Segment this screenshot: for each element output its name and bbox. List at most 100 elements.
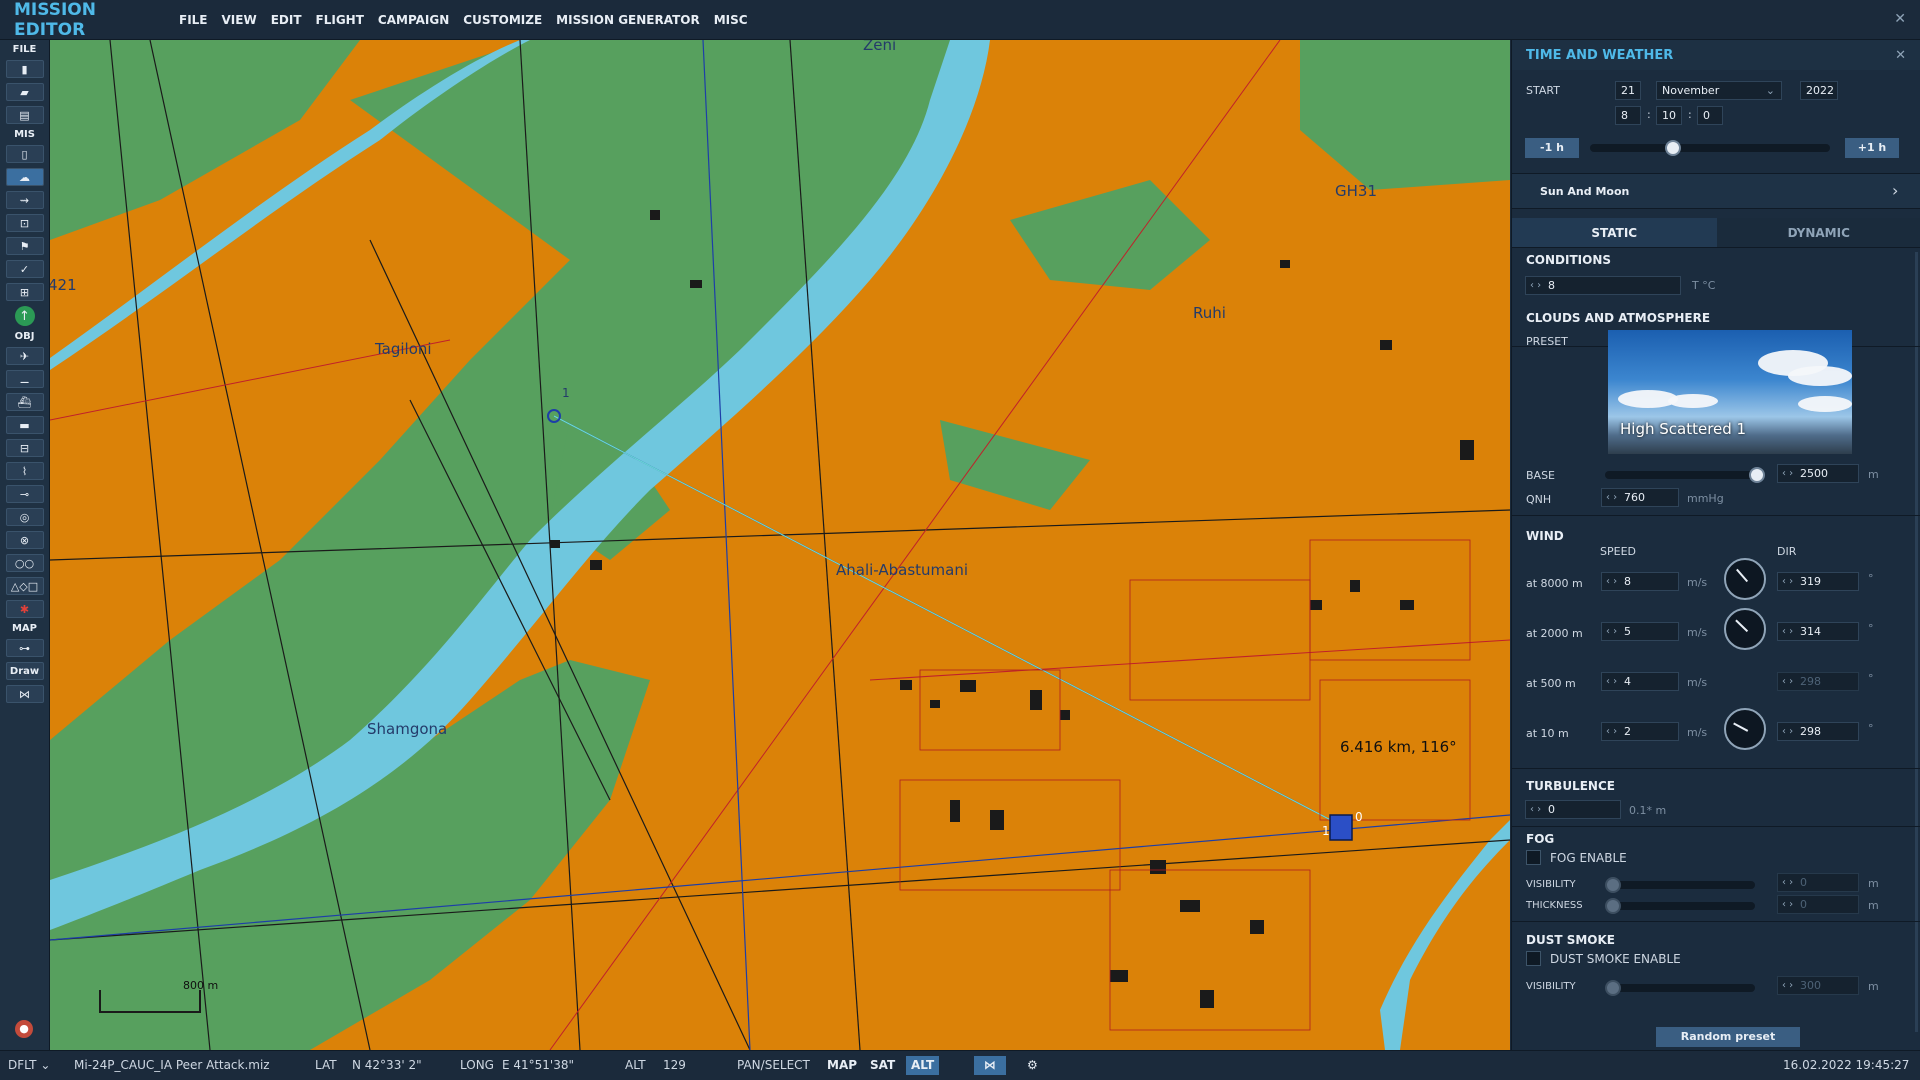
dust-smoke-checkbox[interactable]: [1526, 951, 1541, 966]
close-app-icon[interactable]: ✕: [1894, 11, 1906, 27]
destroy-icon[interactable]: ✱: [5, 600, 44, 618]
resources-icon[interactable]: ⊞: [5, 283, 44, 301]
menu-file[interactable]: FILE: [172, 13, 215, 27]
divider: [1512, 921, 1920, 922]
map-label-421: 421: [50, 276, 77, 294]
triggers-icon[interactable]: ⊡: [5, 214, 44, 232]
shapes-icon[interactable]: △◇□: [5, 577, 44, 595]
error-indicator-icon[interactable]: ●: [15, 1020, 33, 1038]
time-separator: :: [1647, 108, 1651, 121]
time-separator: :: [1688, 108, 1692, 121]
target-icon[interactable]: ◎: [5, 508, 44, 526]
minus-hour-button[interactable]: -1 h: [1525, 138, 1579, 158]
chain-icon[interactable]: ○○: [5, 554, 44, 572]
goals-icon[interactable]: ⇝: [5, 191, 44, 209]
map-view[interactable]: Zeni GH31 Ruhi Tagiloni Ahali-Abastumani…: [50, 40, 1510, 1050]
save-icon[interactable]: ▤: [5, 106, 44, 124]
map-mode-button[interactable]: MAP: [822, 1056, 862, 1075]
weather-icon[interactable]: ☁: [5, 168, 44, 186]
filter-icon[interactable]: ⋈: [974, 1056, 1006, 1075]
temperature-field[interactable]: 8: [1525, 276, 1681, 295]
speed-header: SPEED: [1600, 545, 1636, 558]
menu-campaign[interactable]: CAMPAIGN: [371, 13, 456, 27]
waypoint-icon[interactable]: ⊸: [5, 485, 44, 503]
main-menu: FILE VIEW EDIT FLIGHT CAMPAIGN CUSTOMIZE…: [172, 13, 755, 27]
base-slider-knob[interactable]: [1749, 467, 1765, 483]
wind-speed-field[interactable]: 4: [1601, 672, 1679, 691]
alt-mode-button[interactable]: ALT: [906, 1056, 940, 1075]
menu-flight[interactable]: FLIGHT: [309, 13, 371, 27]
plus-hour-button[interactable]: +1 h: [1845, 138, 1899, 158]
second-field[interactable]: 0: [1697, 106, 1723, 125]
new-file-icon[interactable]: ▮: [5, 60, 44, 78]
long-label: LONG: [460, 1058, 494, 1072]
static-icon[interactable]: ⊟: [5, 439, 44, 457]
wind-speed-unit: m/s: [1687, 676, 1708, 689]
degree-unit: °: [1868, 672, 1874, 685]
status-bar: DFLT ⌄ Mi-24P_CAUC_IA Peer Attack.miz LA…: [0, 1050, 1920, 1080]
plane-icon[interactable]: ✈: [5, 347, 44, 365]
helicopter-icon[interactable]: ⚊: [5, 370, 44, 388]
mis-section-label: MIS: [14, 129, 35, 140]
zone-icon[interactable]: ⊗: [5, 531, 44, 549]
briefing-icon[interactable]: ▯: [5, 145, 44, 163]
degree-unit: °: [1868, 622, 1874, 635]
wind-direction-dial[interactable]: [1724, 708, 1766, 750]
menu-misc[interactable]: MISC: [707, 13, 755, 27]
airfield-icon[interactable]: ⌇: [5, 462, 44, 480]
panel-scrollbar[interactable]: [1915, 252, 1918, 1032]
waypoint-number[interactable]: 1: [562, 386, 570, 400]
tab-static[interactable]: STATIC: [1512, 218, 1717, 248]
month-select[interactable]: November ⌄: [1656, 81, 1782, 100]
wind-alt-label: at 8000 m: [1526, 577, 1583, 590]
sat-mode-button[interactable]: SAT: [865, 1056, 900, 1075]
wind-speed-unit: m/s: [1687, 576, 1708, 589]
settings-icon[interactable]: ⚙: [1022, 1056, 1043, 1075]
base-slider[interactable]: [1605, 467, 1765, 483]
wind-dir-field[interactable]: 314: [1777, 622, 1859, 641]
close-panel-icon[interactable]: ✕: [1895, 48, 1906, 63]
flag-icon[interactable]: ⚑: [5, 237, 44, 255]
vehicle-icon[interactable]: ▬: [5, 416, 44, 434]
day-field[interactable]: 21: [1615, 81, 1641, 100]
menu-customize[interactable]: CUSTOMIZE: [456, 13, 549, 27]
wind-speed-field[interactable]: 8: [1601, 572, 1679, 591]
open-folder-icon[interactable]: ▰: [5, 83, 44, 101]
wind-direction-dial[interactable]: [1724, 608, 1766, 650]
wind-direction-dial[interactable]: [1724, 558, 1766, 600]
layer-select[interactable]: DFLT ⌄: [8, 1058, 50, 1072]
tab-dynamic[interactable]: DYNAMIC: [1716, 218, 1920, 248]
random-preset-button[interactable]: Random preset: [1656, 1027, 1800, 1047]
chevron-down-icon: ⌄: [1765, 84, 1775, 97]
wind-speed-field[interactable]: 5: [1601, 622, 1679, 641]
wind-alt-label: at 10 m: [1526, 727, 1569, 740]
time-slider-knob[interactable]: [1665, 140, 1681, 156]
wind-dir-field[interactable]: 298: [1777, 722, 1859, 741]
check-icon[interactable]: ✓: [5, 260, 44, 278]
dial-needle: [1736, 568, 1749, 583]
pan-select-mode[interactable]: PAN/SELECT: [737, 1058, 810, 1072]
qnh-field[interactable]: 760: [1601, 488, 1679, 507]
base-field[interactable]: 2500: [1777, 464, 1859, 483]
link-icon[interactable]: ⋈: [5, 685, 44, 703]
turbulence-field[interactable]: 0: [1525, 800, 1621, 819]
ship-icon[interactable]: ⛴: [5, 393, 44, 411]
sun-moon-row[interactable]: Sun And Moon ›: [1512, 173, 1920, 209]
draw-button[interactable]: Draw: [5, 662, 44, 680]
menu-mission-generator[interactable]: MISSION GENERATOR: [549, 13, 707, 27]
fog-enable-checkbox[interactable]: [1526, 850, 1541, 865]
hour-field[interactable]: 8: [1615, 106, 1641, 125]
menu-edit[interactable]: EDIT: [264, 13, 309, 27]
fog-thickness-slider: [1605, 898, 1755, 914]
wind-speed-field[interactable]: 2: [1601, 722, 1679, 741]
year-field[interactable]: 2022: [1800, 81, 1838, 100]
go-arrow-icon[interactable]: ↑: [14, 306, 35, 326]
time-slider[interactable]: [1590, 140, 1830, 156]
turbulence-unit: 0.1* m: [1629, 804, 1667, 817]
lat-value: N 42°33' 2": [352, 1058, 422, 1072]
minute-field[interactable]: 10: [1656, 106, 1682, 125]
ruler-icon[interactable]: ⊶: [5, 639, 44, 657]
menu-view[interactable]: VIEW: [215, 13, 264, 27]
cloud-preset-image[interactable]: High Scattered 1: [1608, 330, 1852, 454]
wind-dir-field[interactable]: 319: [1777, 572, 1859, 591]
